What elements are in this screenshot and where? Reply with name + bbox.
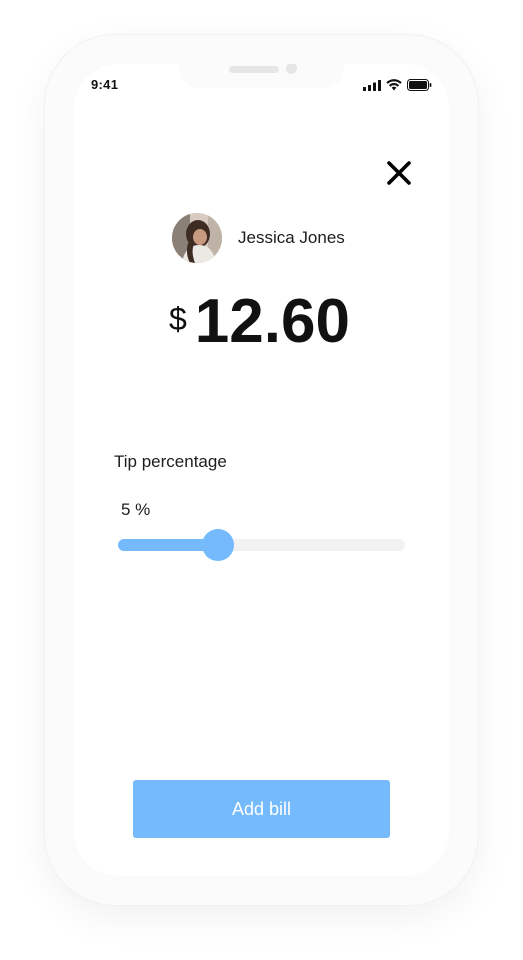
- tip-slider[interactable]: [118, 529, 405, 561]
- wifi-icon: [386, 79, 402, 91]
- battery-icon: [407, 79, 432, 91]
- currency-symbol: $: [169, 301, 187, 337]
- user-name: Jessica Jones: [238, 228, 345, 247]
- add-bill-button[interactable]: Add bill: [133, 780, 390, 838]
- close-button[interactable]: [385, 159, 413, 187]
- device-notch: [179, 64, 344, 88]
- slider-thumb[interactable]: [202, 529, 235, 561]
- cellular-signal-icon: [363, 79, 381, 91]
- front-camera: [286, 64, 297, 74]
- tip-percentage-value: 5 %: [121, 500, 151, 519]
- close-icon: [387, 161, 411, 185]
- phone-frame: 9:41 Jessica Jones $ 12.60 Tip percentag…: [45, 35, 478, 905]
- status-time: 9:41: [91, 77, 119, 92]
- speaker-grille: [229, 66, 279, 73]
- status-icons: [363, 79, 432, 91]
- bill-amount: $ 12.60: [169, 289, 350, 353]
- tip-percentage-label: Tip percentage: [114, 452, 227, 471]
- app-screen: 9:41 Jessica Jones $ 12.60 Tip percentag…: [74, 64, 449, 876]
- avatar-photo: [172, 213, 222, 263]
- avatar: [172, 213, 222, 263]
- amount-value: 12.60: [194, 287, 350, 356]
